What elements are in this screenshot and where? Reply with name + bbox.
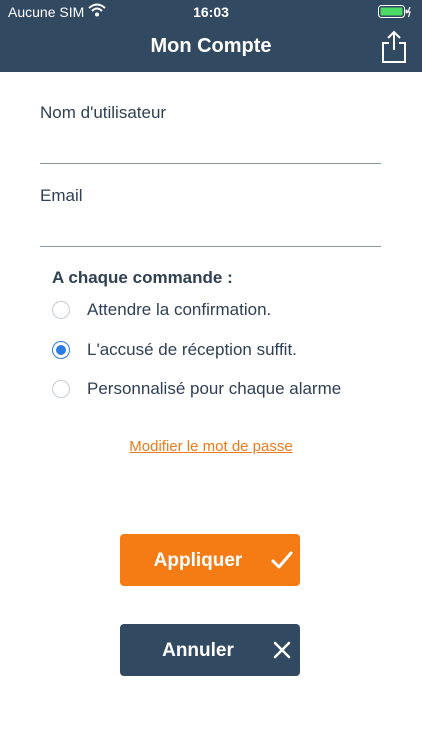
radio-button[interactable] [52, 380, 70, 398]
username-field-group: Nom d'utilisateur [40, 103, 381, 164]
radio-option-label: Personnalisé pour chaque alarme [87, 379, 342, 398]
radio-option-custom-per-alarm[interactable]: Personnalisé pour chaque alarme [52, 377, 341, 401]
change-password-link[interactable]: Modifier le mot de passe [0, 438, 422, 455]
checkmark-icon [271, 551, 293, 569]
radio-option-label: Attendre la confirmation. [87, 300, 272, 319]
email-label: Email [40, 186, 83, 205]
username-label: Nom d'utilisateur [40, 103, 167, 122]
apply-button[interactable]: Appliquer [120, 534, 300, 586]
email-input[interactable] [40, 218, 381, 247]
radio-option-receipt-sufficient[interactable]: L'accusé de réception suffit. [52, 338, 297, 362]
radio-button[interactable] [52, 301, 70, 319]
apply-button-label: Appliquer [153, 550, 243, 571]
cancel-button[interactable]: Annuler [120, 624, 300, 676]
username-input[interactable] [40, 135, 381, 164]
radio-button[interactable] [52, 341, 70, 359]
email-field-group: Email [40, 186, 381, 247]
close-icon [273, 641, 291, 659]
radio-option-wait-confirmation[interactable]: Attendre la confirmation. [52, 298, 271, 322]
share-icon[interactable] [380, 30, 408, 64]
navigation-bar: Mon Compte [0, 24, 422, 72]
cancel-button-label: Annuler [162, 640, 234, 661]
status-bar: Aucune SIM 16:03 [0, 0, 422, 24]
page-title: Mon Compte [150, 35, 272, 57]
battery-icon [378, 5, 411, 18]
order-section-title: A chaque commande : [52, 268, 233, 287]
radio-option-label: L'accusé de réception suffit. [87, 340, 297, 359]
status-time: 16:03 [193, 4, 229, 20]
